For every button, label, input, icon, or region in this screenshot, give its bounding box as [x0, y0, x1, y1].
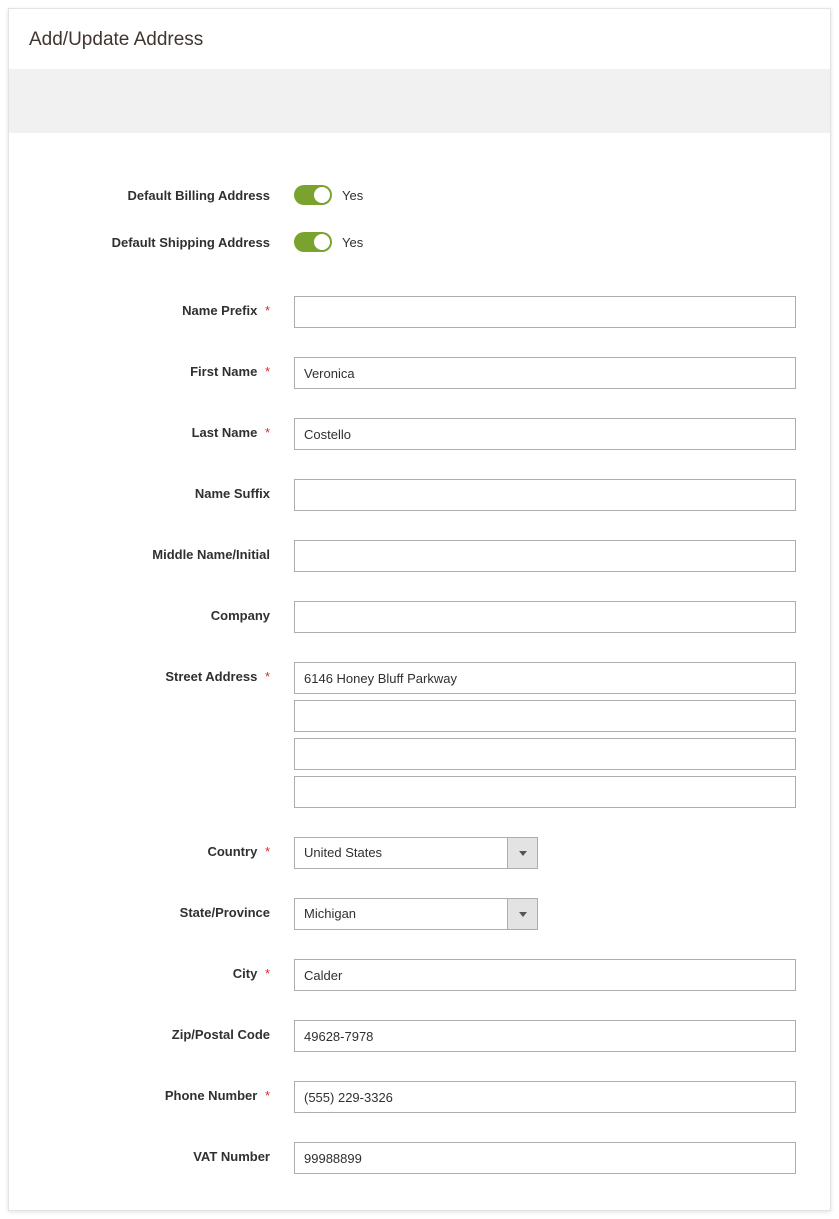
- toggle-knob: [314, 187, 330, 203]
- middle-name-label: Middle Name/Initial: [39, 540, 294, 562]
- street-line-1-input[interactable]: [294, 662, 796, 694]
- page-title: Add/Update Address: [9, 9, 830, 69]
- default-billing-toggle[interactable]: [294, 185, 332, 205]
- zip-row: Zip/Postal Code: [39, 1020, 800, 1052]
- name-prefix-row: Name Prefix *: [39, 296, 800, 328]
- country-select-value: United States: [295, 838, 507, 868]
- first-name-row: First Name *: [39, 357, 800, 389]
- state-select-value: Michigan: [295, 899, 507, 929]
- chevron-down-icon: [519, 851, 527, 856]
- last-name-row: Last Name *: [39, 418, 800, 450]
- last-name-label: Last Name *: [39, 418, 294, 440]
- default-billing-label: Default Billing Address: [39, 188, 294, 203]
- default-billing-row: Default Billing Address Yes: [39, 185, 800, 205]
- name-suffix-label: Name Suffix: [39, 479, 294, 501]
- phone-input[interactable]: [294, 1081, 796, 1113]
- country-row: Country * United States: [39, 837, 800, 869]
- phone-label: Phone Number *: [39, 1081, 294, 1103]
- first-name-label: First Name *: [39, 357, 294, 379]
- street-line-4-input[interactable]: [294, 776, 796, 808]
- name-prefix-label: Name Prefix *: [39, 296, 294, 318]
- toggle-knob: [314, 234, 330, 250]
- default-shipping-row: Default Shipping Address Yes: [39, 232, 800, 252]
- address-panel: Add/Update Address Default Billing Addre…: [8, 8, 831, 1211]
- country-select-trigger[interactable]: [507, 838, 537, 868]
- state-select-trigger[interactable]: [507, 899, 537, 929]
- zip-label: Zip/Postal Code: [39, 1020, 294, 1042]
- company-row: Company: [39, 601, 800, 633]
- city-input[interactable]: [294, 959, 796, 991]
- country-select[interactable]: United States: [294, 837, 538, 869]
- last-name-input[interactable]: [294, 418, 796, 450]
- first-name-input[interactable]: [294, 357, 796, 389]
- default-shipping-state: Yes: [342, 235, 363, 250]
- middle-name-input[interactable]: [294, 540, 796, 572]
- default-shipping-toggle[interactable]: [294, 232, 332, 252]
- city-label: City *: [39, 959, 294, 981]
- street-line-3-input[interactable]: [294, 738, 796, 770]
- address-form: Default Billing Address Yes Default Ship…: [9, 133, 830, 1210]
- vat-input[interactable]: [294, 1142, 796, 1174]
- zip-input[interactable]: [294, 1020, 796, 1052]
- phone-row: Phone Number *: [39, 1081, 800, 1113]
- state-label: State/Province: [39, 898, 294, 920]
- street-line-2-input[interactable]: [294, 700, 796, 732]
- name-prefix-input[interactable]: [294, 296, 796, 328]
- default-billing-state: Yes: [342, 188, 363, 203]
- state-row: State/Province Michigan: [39, 898, 800, 930]
- default-shipping-label: Default Shipping Address: [39, 235, 294, 250]
- street-address-row: Street Address *: [39, 662, 800, 808]
- name-suffix-input[interactable]: [294, 479, 796, 511]
- vat-row: VAT Number: [39, 1142, 800, 1174]
- street-address-label: Street Address *: [39, 662, 294, 684]
- middle-name-row: Middle Name/Initial: [39, 540, 800, 572]
- city-row: City *: [39, 959, 800, 991]
- company-input[interactable]: [294, 601, 796, 633]
- chevron-down-icon: [519, 912, 527, 917]
- vat-label: VAT Number: [39, 1142, 294, 1164]
- name-suffix-row: Name Suffix: [39, 479, 800, 511]
- state-select[interactable]: Michigan: [294, 898, 538, 930]
- toolbar-placeholder: [9, 69, 830, 133]
- country-label: Country *: [39, 837, 294, 859]
- company-label: Company: [39, 601, 294, 623]
